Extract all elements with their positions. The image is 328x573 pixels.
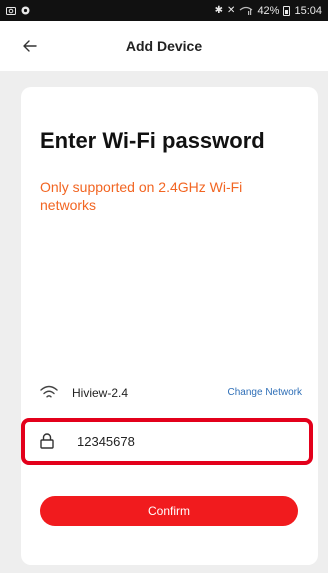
bluetooth-icon: ✱ (214, 5, 224, 16)
lock-icon (40, 433, 54, 449)
battery-percent: 42% (257, 4, 280, 17)
confirm-button[interactable]: Confirm (40, 496, 298, 526)
wifi-network-row: Hiview-2.4 Change Network (40, 382, 302, 404)
password-input[interactable] (77, 430, 287, 452)
camera-icon (6, 7, 16, 15)
clock: 15:04 (294, 4, 322, 17)
app-bar: Add Device (0, 21, 328, 71)
status-bar: ✱ ✕ 42% 15:04 (0, 0, 328, 21)
page-title: Add Device (125, 38, 203, 54)
wifi-icon (40, 385, 58, 398)
wifi-password-card (21, 87, 318, 565)
status-left-icons (6, 6, 30, 15)
password-field (31, 422, 299, 462)
signal-icon (240, 6, 253, 15)
mute-icon: ✕ (227, 5, 236, 16)
wifi-network-name: Hiview-2.4 (72, 386, 129, 400)
band-warning-text: Only supported on 2.4GHz Wi-Fi networks (40, 179, 243, 213)
card-heading: Enter Wi-Fi password (40, 128, 265, 153)
change-network-link[interactable]: Change Network (228, 387, 302, 398)
status-right-icons: ✱ ✕ 42% 15:04 (215, 5, 322, 17)
battery-icon (283, 5, 291, 16)
notification-icon (21, 6, 30, 15)
